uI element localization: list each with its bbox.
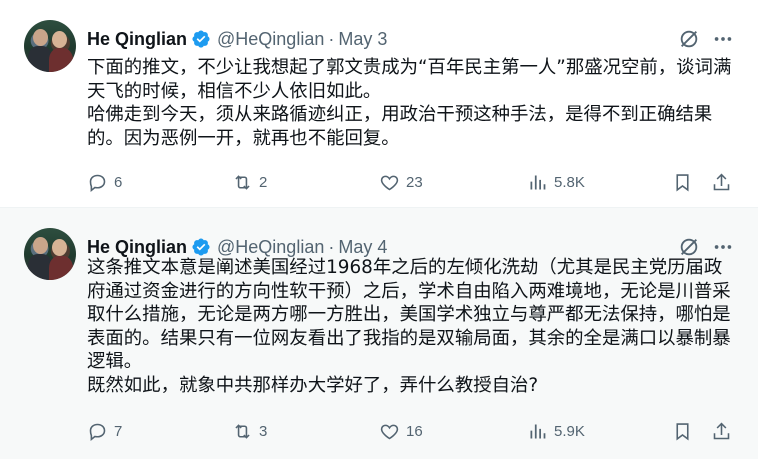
avatar[interactable] (24, 228, 76, 280)
tweet-date[interactable]: May 4 (338, 237, 387, 258)
author-handle[interactable]: @HeQinglian (217, 237, 324, 258)
bookmark-button[interactable] (672, 170, 693, 194)
repost-icon (235, 174, 250, 190)
heart-icon (380, 424, 399, 439)
grok-icon[interactable] (678, 28, 700, 50)
repost-button[interactable]: 3 (232, 419, 267, 443)
tweet-text: 这条推文本意是阐述美国经过1968年之后的左倾化洗劫（尤其是民主党历届政府通过资… (87, 256, 737, 397)
like-count: 23 (406, 173, 423, 191)
reply-count: 6 (114, 173, 123, 191)
share-button[interactable] (711, 170, 732, 194)
author-handle[interactable]: @HeQinglian (217, 29, 324, 50)
reply-icon (89, 423, 106, 441)
views-button[interactable]: 5.9K (527, 419, 585, 443)
tweet-paragraph: 下面的推文，不少让我想起了郭文贵成为“百年民主第一人”那盛况空前，谈词满天飞的时… (87, 57, 732, 102)
tweet-date[interactable]: May 3 (338, 29, 387, 50)
author-name[interactable]: He Qinglian (87, 29, 187, 50)
views-count: 5.9K (554, 422, 585, 440)
bookmark-button[interactable] (672, 419, 693, 443)
tweet-header: He Qinglian @HeQinglian · May 4 (87, 236, 387, 258)
more-icon[interactable] (712, 236, 734, 258)
separator-dot: · (328, 236, 335, 257)
repost-button[interactable]: 2 (232, 170, 267, 194)
repost-count: 3 (259, 422, 268, 440)
tweet-paragraph: 既然如此，就象中共那样办大学好了，弄什么教授自治? (87, 374, 539, 396)
reply-button[interactable]: 7 (87, 419, 122, 443)
bookmark-icon (676, 422, 689, 441)
like-button[interactable]: 23 (379, 170, 423, 194)
verified-badge-icon (192, 30, 210, 48)
avatar[interactable] (24, 20, 76, 72)
grok-icon[interactable] (678, 236, 700, 258)
share-icon (713, 422, 730, 439)
reply-icon (89, 174, 106, 192)
views-count: 5.8K (554, 173, 585, 191)
like-count: 16 (406, 422, 423, 440)
author-name[interactable]: He Qinglian (87, 237, 187, 258)
repost-count: 2 (259, 173, 268, 191)
more-icon[interactable] (712, 28, 734, 50)
verified-badge-icon (192, 238, 210, 256)
views-button[interactable]: 5.8K (527, 170, 585, 194)
reply-button[interactable]: 6 (87, 170, 122, 194)
reply-count: 7 (114, 422, 123, 440)
views-icon (530, 175, 546, 189)
share-icon (713, 173, 730, 190)
repost-icon (235, 423, 250, 439)
tweet-actions: 6 2 23 5.8K (87, 170, 734, 194)
tweet-paragraph: 哈佛走到今天，须从来路循迹纠正，用政治干预这种手法，是得不到正确结果的。因为恶例… (87, 104, 713, 149)
bookmark-icon (676, 173, 689, 192)
tweet-actions: 7 3 16 5.9K (87, 419, 734, 443)
tweet-paragraph: 这条推文本意是阐述美国经过1968年之后的左倾化洗劫（尤其是民主党历届政府通过资… (87, 257, 731, 372)
tweet-text: 下面的推文，不少让我想起了郭文贵成为“百年民主第一人”那盛况空前，谈词满天飞的时… (87, 56, 737, 150)
share-button[interactable] (711, 419, 732, 443)
tweet-2[interactable]: He Qinglian @HeQinglian · May 4 这条推文本意是阐… (0, 208, 758, 459)
heart-icon (380, 175, 399, 190)
tweet-1[interactable]: He Qinglian @HeQinglian · May 3 下面的推文，不少… (0, 0, 758, 208)
like-button[interactable]: 16 (379, 419, 423, 443)
tweet-header: He Qinglian @HeQinglian · May 3 (87, 28, 387, 50)
views-icon (530, 424, 546, 438)
separator-dot: · (328, 28, 335, 49)
